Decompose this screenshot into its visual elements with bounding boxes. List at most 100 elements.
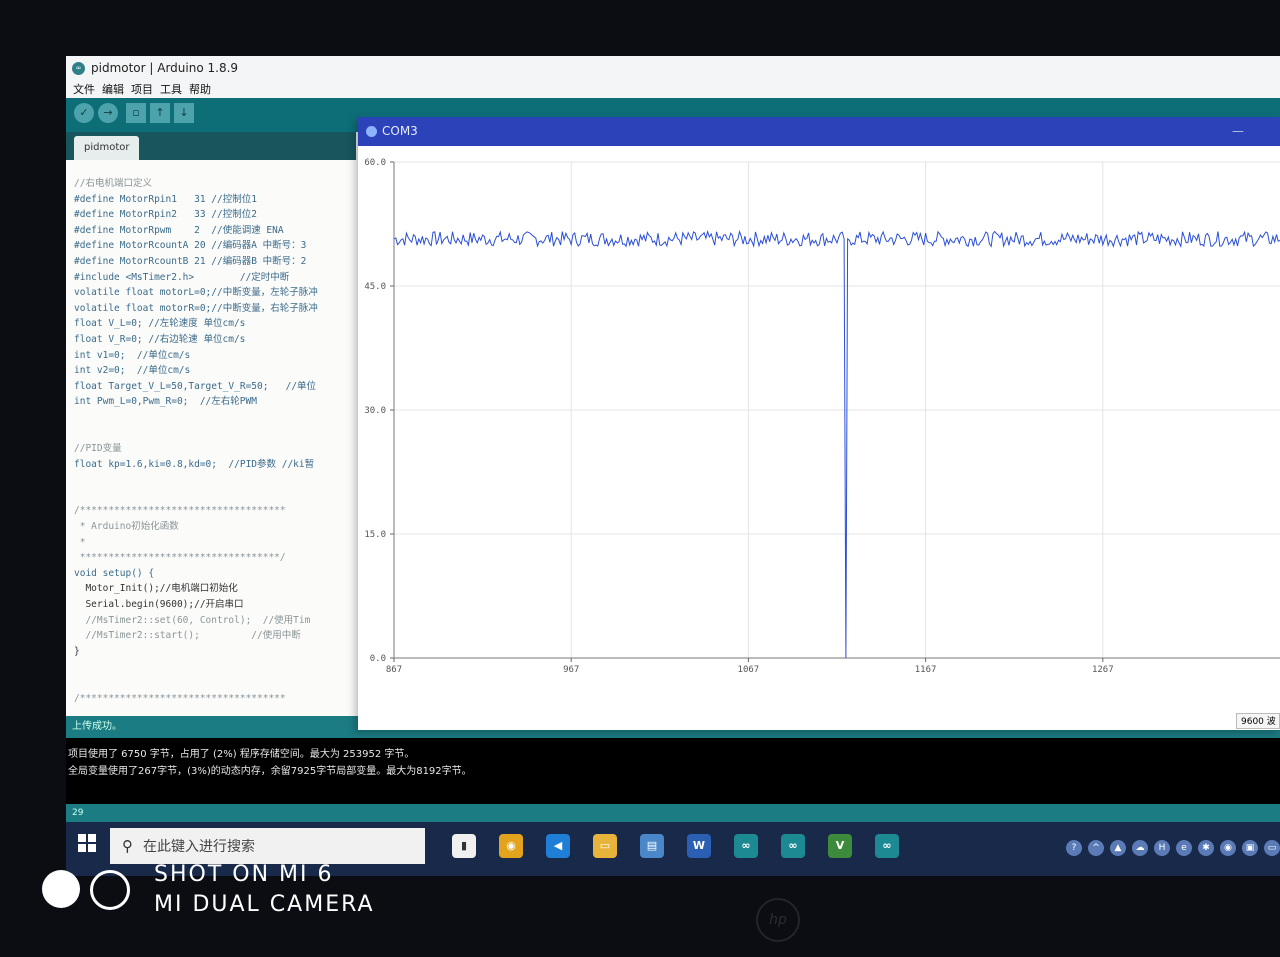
arduino-logo-icon [366,126,377,137]
code-line: void setup() { [74,567,155,579]
x-tick-label: 1267 [1092,665,1114,675]
arduino-logo-icon: ∞ [72,61,85,75]
dual-camera-icon-right [90,870,130,910]
x-tick-label: 967 [563,665,579,675]
taskbar-app-vscode-icon[interactable]: ◀ [546,834,570,858]
console-line-program-storage: 项目使用了 6750 字节，占用了 (2%) 程序存储空间。最大为 253952… [68,749,415,760]
menu-file[interactable]: 文件 [73,81,95,97]
tray-icon[interactable]: ▣ [1242,840,1258,856]
series-line [393,229,1280,659]
console-line-dynamic-memory: 全局变量使用了267字节，(3%)的动态内存，余留7925字节局部变量。最大为8… [68,766,472,777]
code-line: //MsTimer2::start(); //使用中断 [74,630,301,642]
taskbar-app-calculator-icon[interactable]: ▤ [640,834,664,858]
code-line: } [74,645,80,657]
code-line: //PID变量 [74,443,122,455]
new-sketch-icon[interactable]: ▫ [126,103,146,123]
code-line: ***********************************/ [74,552,286,564]
plotter-titlebar: COM3 — [358,117,1280,146]
code-line: * [74,536,86,548]
code-line: Motor_Init();//电机端口初始化 [74,583,238,595]
code-line: #define MotorRcountA 20 //编码器A 中断号：3 [74,240,307,252]
watermark-line-2: MI DUAL CAMERA [154,892,375,917]
taskbar-app-word-icon[interactable]: W [687,834,711,858]
upload-icon[interactable]: → [98,103,118,123]
taskbar-search-box[interactable]: ⚲ 在此键入进行搜索 [110,828,425,864]
menu-help[interactable]: 帮助 [189,81,211,97]
y-tick-label: 30.0 [364,406,386,416]
code-line: #define MotorRpin2 33 //控制位2 [74,209,257,221]
x-tick-label: 1067 [738,665,760,675]
save-sketch-icon[interactable]: ↓ [174,103,194,123]
tray-icon[interactable]: ☁ [1132,840,1148,856]
taskbar-app-notes-icon[interactable]: ▮ [452,834,476,858]
code-line: Serial.begin(9600);//开启串口 [74,599,244,611]
tray-icon[interactable]: ◉ [1220,840,1236,856]
baud-rate-select[interactable]: 9600 波 [1236,713,1280,729]
taskbar-app-arduino-2-icon[interactable]: ∞ [781,834,805,858]
code-line: //右电机端口定义 [74,178,152,189]
plotter-title: COM3 [382,124,418,138]
taskbar-app-chrome-icon[interactable]: ◉ [499,834,523,858]
line-number-bar: 29 [66,804,1280,822]
code-line: #define MotorRpwm 2 //使能调速 ENA [74,224,284,236]
x-tick-label: 1167 [915,665,937,675]
output-console: 项目使用了 6750 字节，占用了 (2%) 程序存储空间。最大为 253952… [66,738,1280,804]
taskbar-app-arduino-1-icon[interactable]: ∞ [734,834,758,858]
verify-icon[interactable]: ✓ [74,103,94,123]
y-tick-label: 15.0 [364,530,386,540]
taskbar-app-app-v-icon[interactable]: V [828,834,852,858]
code-line: #define MotorRpin1 31 //控制位1 [74,193,257,205]
y-tick-label: 45.0 [364,282,386,292]
taskbar-app-explorer-icon[interactable]: ▭ [593,834,617,858]
laptop-screen: ∞ pidmotor | Arduino 1.8.9 文件 编辑 项目 工具 帮… [66,56,1280,876]
upload-status: 上传成功。 [72,721,122,732]
line-number: 29 [72,808,84,818]
code-editor[interactable]: //右电机端口定义 #define MotorRpin1 31 //控制位1 #de… [66,160,358,716]
y-tick-label: 0.0 [370,654,386,664]
code-line: float Target_V_L=50,Target_V_R=50; //单位 [74,380,317,392]
code-line: #define MotorRcountB 21 //编码器B 中断号：2 [74,255,307,267]
code-line: float kp=1.6,ki=0.8,kd=0; //PID参数 //ki暂 [74,458,315,470]
code-line: int Pwm_L=0,Pwm_R=0; //左右轮PWM [74,396,257,408]
code-text: //右电机端口定义 #define MotorRpin1 31 //控制位1 #de… [66,160,358,706]
menu-edit[interactable]: 编辑 [102,81,124,97]
code-line: float V_R=0; //右边轮速 单位cm/s [74,333,246,345]
search-icon: ⚲ [122,837,133,855]
menu-sketch[interactable]: 项目 [131,81,153,97]
watermark-text: SHOT ON MI 6 MI DUAL CAMERA [154,860,375,920]
windows-start-icon[interactable] [78,834,96,852]
code-line: //MsTimer2::set(60, Control); //使用Tim [74,614,311,626]
code-line: #include <MsTimer2.h> //定时中断 [74,271,290,283]
open-sketch-icon[interactable]: ↑ [150,103,170,123]
code-line: float V_L=0; //左轮速度 单位cm/s [74,318,246,330]
code-line: * Arduino初始化函数 [74,521,179,533]
search-placeholder: 在此键入进行搜索 [143,839,255,855]
serial-plot-chart: 60.0 45.0 30.0 15.0 0.0867 967 1067 1167 1267 [364,158,1280,675]
tray-icon[interactable]: e [1176,840,1192,856]
tab-pidmotor[interactable]: pidmotor [74,136,140,160]
tray-icon[interactable]: ^ [1088,840,1104,856]
sketch-tabbar: pidmotor [66,132,356,160]
ide-window-title: pidmotor | Arduino 1.8.9 [91,61,239,75]
code-line: volatile float motorL=0;//中断变量，左轮子脉冲 [74,287,318,299]
tray-icon[interactable]: ? [1066,840,1082,856]
x-tick-label: 867 [386,665,402,675]
system-tray: ? ^ ▲ ☁ He ✱ ◉ ▣ ▭ [1066,838,1280,858]
tray-icon[interactable]: ▲ [1110,840,1126,856]
minimize-icon[interactable]: — [1232,117,1244,146]
code-line: int v2=0; //单位cm/s [74,365,191,377]
tray-icon[interactable]: ▭ [1264,840,1280,856]
ide-titlebar: ∞ pidmotor | Arduino 1.8.9 [66,56,1280,80]
taskbar-app-arduino-3-icon[interactable]: ∞ [875,834,899,858]
tray-icon[interactable]: H [1154,840,1170,856]
code-line: int v1=0; //单位cm/s [74,349,191,361]
tray-icon[interactable]: ✱ [1198,840,1214,856]
dual-camera-icon-left [42,870,80,908]
code-line: /************************************ [74,692,286,704]
menu-tools[interactable]: 工具 [160,81,182,97]
